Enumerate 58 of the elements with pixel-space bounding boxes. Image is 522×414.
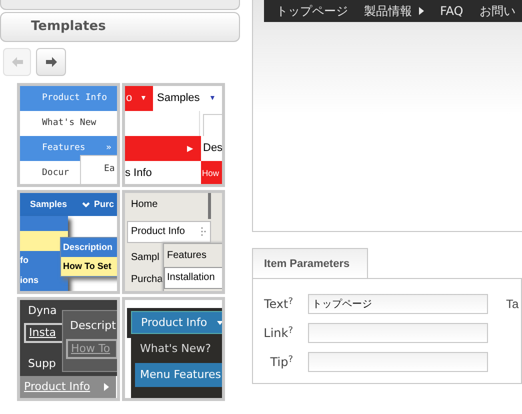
input-field[interactable]	[308, 323, 488, 343]
scroll-indicator	[208, 193, 211, 219]
submenu-panel	[62, 310, 117, 372]
field-label: Tip$^{?}$	[269, 356, 293, 368]
field-label: Ta	[506, 296, 519, 313]
submenu-panel	[80, 155, 117, 184]
menu-button[interactable]: Product Info	[131, 311, 222, 334]
grip-icon	[201, 227, 206, 236]
submenu-arrow: »	[106, 142, 112, 155]
menu-item-label[interactable]: o	[126, 86, 132, 111]
menu-item[interactable]: How To Set	[63, 257, 112, 276]
submenu-arrow: ▶	[187, 143, 193, 155]
menu-item[interactable]: Samples	[157, 86, 200, 111]
menu-item-label[interactable]: Ea	[104, 162, 115, 176]
menu-item-label[interactable]: Docur	[42, 161, 70, 184]
menu-item[interactable]: Sampl	[131, 251, 163, 265]
item-parameters-tab[interactable]: Item Parameters	[252, 248, 368, 278]
menu-item[interactable]: Product Info	[127, 221, 211, 243]
field-label: Text$^{?}$	[262, 298, 293, 310]
template-thumbnail[interactable]: Samples Purc fo ions Description How To Set	[17, 190, 120, 294]
menu-item[interactable]: Features	[167, 249, 206, 263]
menu-item[interactable]: What's New	[20, 111, 117, 136]
arrow-icon	[10, 56, 24, 68]
template-thumbnail[interactable]: Product Info What's New Features » Docur Ea	[17, 83, 120, 187]
submenu-panel	[203, 114, 222, 136]
menu-item[interactable]: Purc	[94, 193, 114, 216]
menu-item[interactable]: Supp	[28, 356, 56, 372]
menu-item[interactable]: What's New?	[140, 341, 211, 357]
menu-item[interactable]: お問い	[479, 2, 516, 20]
right-triangle-icon	[419, 7, 424, 15]
menu-item[interactable]: Menu Features	[135, 363, 222, 387]
template-thumbnail[interactable]: Home Product Info Sampl Purcha Features Installation	[122, 190, 225, 294]
menu-item[interactable]: Home	[131, 198, 158, 212]
menu-item[interactable]: Purcha	[131, 273, 165, 287]
down-triangle-icon	[217, 321, 222, 325]
menu-item-label[interactable]: fo	[20, 253, 28, 267]
chevron-down-icon	[82, 202, 90, 208]
input-field[interactable]	[308, 352, 488, 372]
template-thumbnail[interactable]: Dyna Insta Supp Descript How To Product Info	[17, 297, 120, 401]
menu-item[interactable]: Descript	[70, 318, 116, 334]
menu-item[interactable]: Des	[203, 136, 222, 161]
template-thumbnail[interactable]: Product Info What's New? Menu Features	[122, 297, 225, 401]
menu-item[interactable]: Samples	[30, 193, 68, 216]
forward-button[interactable]	[36, 48, 66, 76]
menu-item[interactable]: s Info	[125, 161, 152, 184]
input-field[interactable]: トップページ	[308, 294, 488, 314]
menu-item[interactable]: 製品情報	[364, 2, 424, 20]
accordion-bar[interactable]	[0, 0, 240, 10]
field-label: Link$^{?}$	[262, 327, 293, 339]
arrow-icon	[44, 56, 58, 68]
templates-header[interactable]: Templates	[0, 12, 240, 42]
menu-item[interactable]: Dyna	[28, 303, 57, 319]
right-triangle-icon	[104, 383, 109, 391]
menu-tab-highlight	[125, 86, 153, 111]
menu-item[interactable]: トップページ	[276, 2, 348, 20]
menu-item-label[interactable]: ions	[20, 273, 39, 287]
menu-item[interactable]: FAQ	[440, 2, 464, 20]
menu-item[interactable]: Installation	[164, 267, 222, 289]
